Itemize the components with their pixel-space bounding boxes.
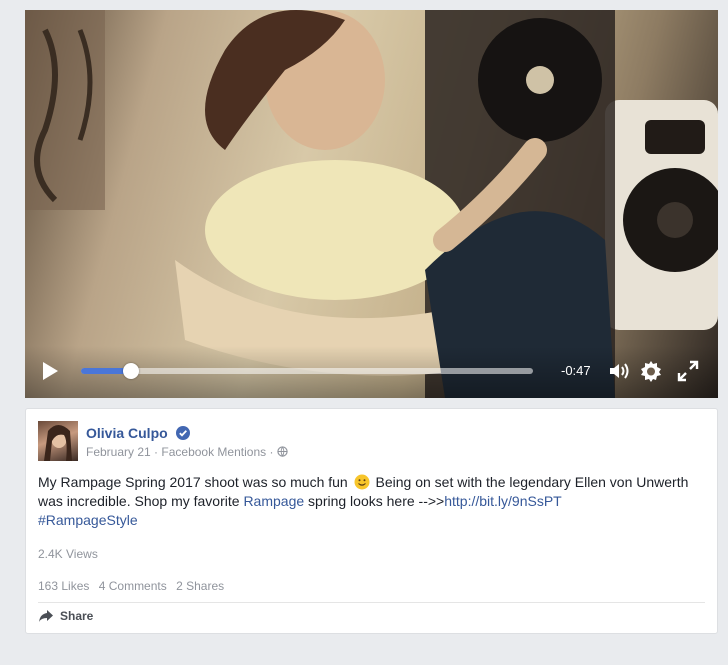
avatar[interactable] bbox=[38, 421, 78, 461]
smile-emoji-icon bbox=[354, 474, 370, 490]
url-link[interactable]: http://bit.ly/9nSsPT bbox=[444, 493, 562, 509]
share-label: Share bbox=[60, 609, 94, 623]
fullscreen-icon[interactable] bbox=[676, 359, 700, 383]
meta-separator: · bbox=[154, 445, 159, 459]
shares-count[interactable]: 2 Shares bbox=[176, 579, 224, 593]
video-frame bbox=[25, 10, 718, 398]
globe-icon bbox=[277, 446, 288, 457]
hashtag-link[interactable]: #RampageStyle bbox=[38, 512, 138, 528]
progress-thumb[interactable] bbox=[122, 363, 139, 379]
post-text-part3: spring looks here -->> bbox=[308, 493, 445, 509]
volume-icon[interactable] bbox=[607, 359, 631, 383]
gear-icon[interactable] bbox=[639, 359, 663, 383]
engagement-stats: 163 Likes 4 Comments 2 Shares bbox=[38, 579, 230, 593]
author-name[interactable]: Olivia Culpo bbox=[86, 425, 168, 441]
divider bbox=[38, 602, 705, 603]
play-icon[interactable] bbox=[39, 360, 61, 382]
video-controls: -0:47 bbox=[25, 346, 718, 398]
post-text: My Rampage Spring 2017 shoot was so much… bbox=[38, 473, 698, 530]
video-player[interactable]: -0:47 bbox=[25, 10, 718, 398]
share-button[interactable]: Share bbox=[38, 609, 93, 623]
post-date[interactable]: February 21 bbox=[86, 445, 151, 459]
post-card: Olivia Culpo February 21 · Facebook Ment… bbox=[25, 408, 718, 634]
comments-count[interactable]: 4 Comments bbox=[99, 579, 167, 593]
post-meta: February 21 · Facebook Mentions · bbox=[86, 445, 288, 459]
meta-separator: · bbox=[269, 445, 274, 459]
post-text-part1: My Rampage Spring 2017 shoot was so much… bbox=[38, 474, 348, 490]
avatar-image bbox=[44, 425, 72, 461]
progress-bar[interactable] bbox=[81, 363, 533, 379]
brand-link[interactable]: Rampage bbox=[243, 493, 304, 509]
verified-badge-icon bbox=[175, 426, 190, 440]
post-source[interactable]: Facebook Mentions bbox=[161, 445, 266, 459]
time-remaining: -0:47 bbox=[561, 363, 591, 378]
view-count: 2.4K Views bbox=[38, 547, 98, 561]
share-arrow-icon bbox=[39, 610, 53, 622]
likes-count[interactable]: 163 Likes bbox=[38, 579, 89, 593]
